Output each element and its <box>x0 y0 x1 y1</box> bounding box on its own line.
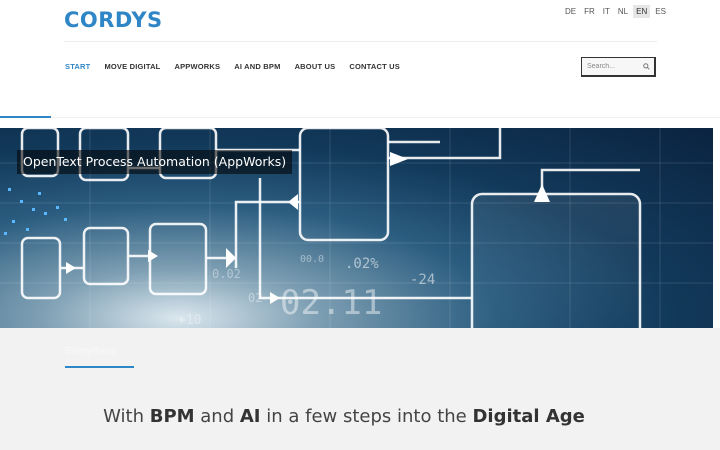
lang-nl[interactable]: NL <box>615 5 631 18</box>
nav-start[interactable]: START <box>65 62 90 71</box>
nav-move-digital[interactable]: MOVE DIGITAL <box>104 62 160 71</box>
hero-number-large: 02.11 <box>280 283 382 323</box>
section-label: Everything <box>65 346 117 357</box>
hero-banner: 02.11 .02% -24 0.02 00.0 +10 02 OpenText… <box>0 128 713 328</box>
hero-number-tiny: 00.0 <box>300 254 324 265</box>
lang-de[interactable]: DE <box>562 5 579 18</box>
tagline-ai: AI <box>239 406 261 427</box>
lang-fr[interactable]: FR <box>581 5 598 18</box>
nav-appworks[interactable]: APPWORKS <box>174 62 220 71</box>
lang-es[interactable]: ES <box>652 5 669 18</box>
lang-en[interactable]: EN <box>633 5 651 18</box>
lang-it[interactable]: IT <box>600 5 613 18</box>
hero-number-short: 02 <box>248 291 262 305</box>
main-nav: START MOVE DIGITAL APPWORKS AI AND BPM A… <box>65 62 400 71</box>
page: CORDYS DE FR IT NL EN ES START MOVE DIGI… <box>0 0 720 450</box>
tagline: With BPM and AI in a few steps into the … <box>0 406 688 427</box>
tagline-part-1: With <box>103 406 150 427</box>
site-header: CORDYS DE FR IT NL EN ES START MOVE DIGI… <box>0 0 720 118</box>
hero-number-negative: -24 <box>410 272 435 288</box>
tagline-bpm: BPM <box>149 406 195 427</box>
hero-number-small: 0.02 <box>212 267 241 281</box>
header-bottom-line <box>51 117 720 118</box>
search-box <box>581 57 656 77</box>
language-switcher: DE FR IT NL EN ES <box>562 5 669 18</box>
hero-number-percent: .02% <box>345 256 379 272</box>
search-input[interactable] <box>587 63 641 70</box>
search-icon[interactable] <box>641 62 651 72</box>
hero-caption: OpenText Process Automation (AppWorks) <box>17 150 293 174</box>
tagline-part-3: in a few steps into the <box>260 406 473 427</box>
nav-contact-us[interactable]: CONTACT US <box>349 62 400 71</box>
nav-about-us[interactable]: ABOUT US <box>295 62 336 71</box>
header-divider <box>64 41 657 42</box>
tagline-part-2: and <box>194 406 240 427</box>
cordys-logo[interactable]: CORDYS <box>64 8 163 32</box>
section-underline <box>65 366 134 368</box>
nav-ai-and-bpm[interactable]: AI AND BPM <box>234 62 280 71</box>
hero-number-plus: +10 <box>178 313 201 328</box>
tagline-digital-age: Digital Age <box>472 406 585 427</box>
active-tab-indicator <box>0 116 51 118</box>
